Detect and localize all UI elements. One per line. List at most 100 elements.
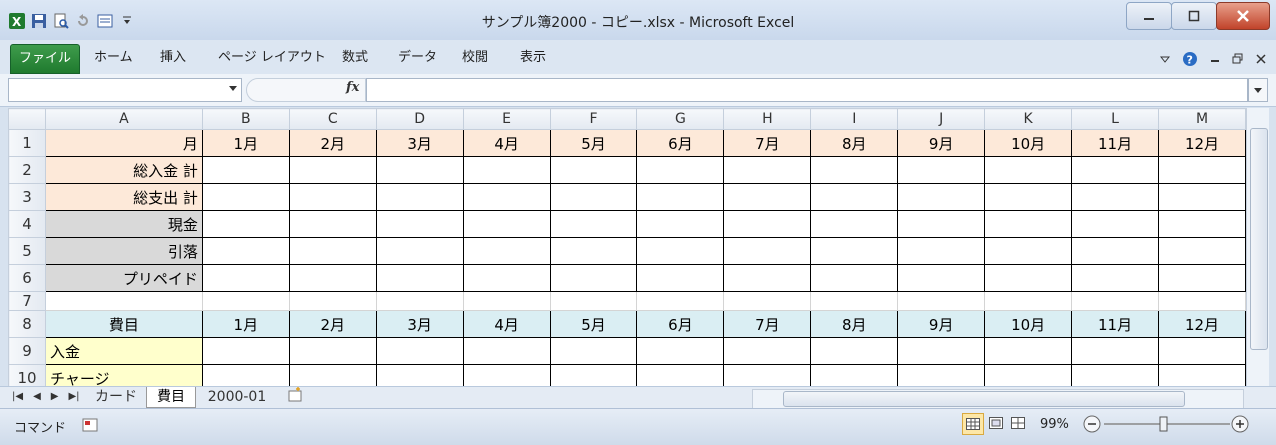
cell-e2[interactable]: [462, 156, 551, 184]
cell-m5[interactable]: [1158, 237, 1246, 265]
row-header[interactable]: 9: [8, 337, 46, 365]
column-header-k[interactable]: K: [984, 108, 1073, 130]
last-sheet-icon[interactable]: ▶|: [68, 391, 79, 402]
tab-view[interactable]: 表示: [520, 46, 546, 70]
cell-l10[interactable]: [1071, 364, 1160, 386]
column-header-g[interactable]: G: [636, 108, 725, 130]
cell-g1[interactable]: 6月: [636, 129, 725, 157]
cell-h1[interactable]: 7月: [723, 129, 812, 157]
cell-e3[interactable]: [462, 183, 551, 211]
cell-f1[interactable]: 5月: [549, 129, 638, 157]
cell-c8[interactable]: 2月: [288, 310, 377, 338]
cell-i3[interactable]: [810, 183, 899, 211]
cell-f3[interactable]: [549, 183, 638, 211]
cell-i10[interactable]: [810, 364, 899, 386]
cell-d10[interactable]: [375, 364, 464, 386]
cell-a8[interactable]: 費目: [44, 310, 203, 338]
cell-i4[interactable]: [810, 210, 899, 238]
row-header[interactable]: 10: [8, 364, 46, 386]
cell-b10[interactable]: [201, 364, 290, 386]
cell-a2[interactable]: 総入金 計: [44, 156, 203, 184]
cell-e10[interactable]: [462, 364, 551, 386]
cell-d6[interactable]: [375, 264, 464, 292]
cell-f8[interactable]: 5月: [549, 310, 638, 338]
minimize-button[interactable]: [1126, 2, 1172, 30]
cell-m6[interactable]: [1158, 264, 1246, 292]
cell-l6[interactable]: [1071, 264, 1160, 292]
cell-d2[interactable]: [375, 156, 464, 184]
cell-a3[interactable]: 総支出 計: [44, 183, 203, 211]
cell-m1[interactable]: 12月: [1158, 129, 1246, 157]
cell-g8[interactable]: 6月: [636, 310, 725, 338]
column-header-m[interactable]: M: [1158, 108, 1246, 130]
ribbon-collapse-icon[interactable]: [1160, 54, 1170, 64]
cell-b6[interactable]: [201, 264, 290, 292]
tab-data[interactable]: データ: [398, 46, 437, 70]
cell-f7[interactable]: [549, 291, 638, 311]
row-header[interactable]: 3: [8, 183, 46, 211]
horizontal-scroll-thumb[interactable]: [783, 391, 1185, 407]
cell-e6[interactable]: [462, 264, 551, 292]
cell-k3[interactable]: [984, 183, 1073, 211]
page-layout-view-button[interactable]: [986, 413, 1006, 433]
name-box[interactable]: [8, 78, 242, 102]
cell-m8[interactable]: 12月: [1158, 310, 1246, 338]
cell-c10[interactable]: [288, 364, 377, 386]
tab-review[interactable]: 校閲: [462, 46, 488, 70]
cell-f4[interactable]: [549, 210, 638, 238]
cell-h2[interactable]: [723, 156, 812, 184]
cell-h8[interactable]: 7月: [723, 310, 812, 338]
cell-d3[interactable]: [375, 183, 464, 211]
cell-k10[interactable]: [984, 364, 1073, 386]
cell-d8[interactable]: 3月: [375, 310, 464, 338]
cell-f2[interactable]: [549, 156, 638, 184]
cell-h4[interactable]: [723, 210, 812, 238]
cell-h10[interactable]: [723, 364, 812, 386]
vertical-scroll-thumb[interactable]: [1250, 128, 1268, 350]
cell-b9[interactable]: [201, 337, 290, 365]
cell-a4[interactable]: 現金: [44, 210, 203, 238]
cell-m9[interactable]: [1158, 337, 1246, 365]
row-header[interactable]: 8: [8, 310, 46, 338]
cell-k2[interactable]: [984, 156, 1073, 184]
page-break-view-button[interactable]: [1008, 413, 1028, 433]
cell-c5[interactable]: [288, 237, 377, 265]
cell-c4[interactable]: [288, 210, 377, 238]
cell-b4[interactable]: [201, 210, 290, 238]
cell-e7[interactable]: [462, 291, 551, 311]
cell-a7[interactable]: [44, 291, 203, 311]
cell-i5[interactable]: [810, 237, 899, 265]
tab-file[interactable]: ファイル: [10, 44, 80, 74]
cell-e4[interactable]: [462, 210, 551, 238]
cell-k5[interactable]: [984, 237, 1073, 265]
column-header-i[interactable]: I: [810, 108, 899, 130]
cell-h7[interactable]: [723, 291, 812, 311]
cell-k4[interactable]: [984, 210, 1073, 238]
cell-a1[interactable]: 月: [44, 129, 203, 157]
cell-k1[interactable]: 10月: [984, 129, 1073, 157]
cell-b7[interactable]: [201, 291, 290, 311]
cell-g7[interactable]: [636, 291, 725, 311]
workbook-close-icon[interactable]: [1256, 54, 1266, 64]
cell-g2[interactable]: [636, 156, 725, 184]
cell-l1[interactable]: 11月: [1071, 129, 1160, 157]
help-icon[interactable]: ?: [1182, 51, 1198, 67]
cell-d9[interactable]: [375, 337, 464, 365]
column-header-l[interactable]: L: [1071, 108, 1160, 130]
tab-formulas[interactable]: 数式: [342, 46, 368, 70]
horizontal-scrollbar[interactable]: [752, 389, 1244, 409]
cell-e9[interactable]: [462, 337, 551, 365]
cell-b1[interactable]: 1月: [201, 129, 290, 157]
row-header[interactable]: 4: [8, 210, 46, 238]
workbook-minimize-icon[interactable]: [1210, 54, 1220, 64]
cell-e1[interactable]: 4月: [462, 129, 551, 157]
cell-m3[interactable]: [1158, 183, 1246, 211]
close-button[interactable]: [1216, 2, 1270, 30]
insert-function-button[interactable]: fx: [346, 80, 359, 95]
row-header[interactable]: 7: [8, 291, 46, 311]
cell-g4[interactable]: [636, 210, 725, 238]
cell-h9[interactable]: [723, 337, 812, 365]
cell-f6[interactable]: [549, 264, 638, 292]
cell-m2[interactable]: [1158, 156, 1246, 184]
next-sheet-icon[interactable]: ▶: [51, 391, 59, 402]
